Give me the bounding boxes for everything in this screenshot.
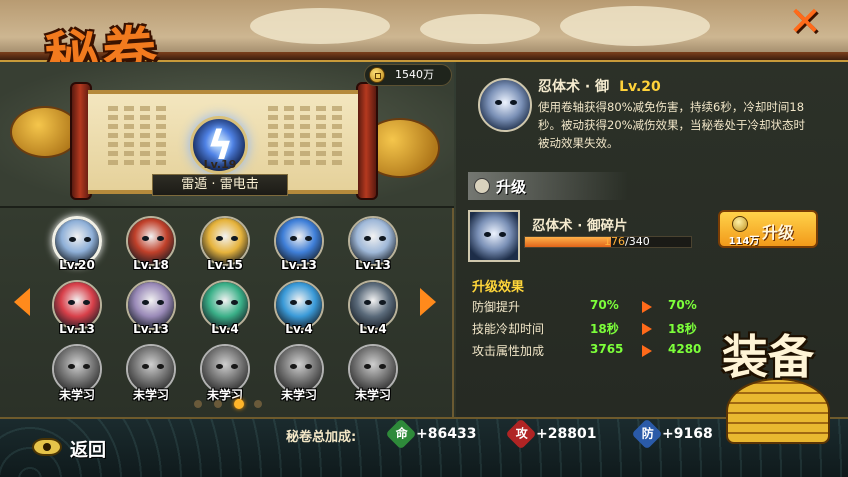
upgrade-stat-row: 攻击属性加成 3765 4280 [472,340,722,360]
upgrade-section-icon [474,178,490,194]
current-scroll-level: Lv.19 [203,158,237,171]
upgrade-button-label: 升级 [762,223,795,242]
arrow-right-icon [642,345,652,357]
scroll-glyph [156,106,166,168]
scroll-slot-label: Lv.20 [59,258,95,272]
stat-name: 防御提升 [472,300,521,314]
scroll-slot-label: 未学习 [280,388,317,402]
scroll-glyph [284,106,294,168]
scroll-slot-label: Lv.13 [355,258,391,272]
stat-next-value: 70% [668,298,697,312]
skill-description: 使用卷轴获得80%减免伤害，持续6秒，冷却时间18秒。被动获得20%减伤效果，当… [538,100,806,150]
scroll-glyph [140,106,150,168]
page-dot[interactable] [234,399,244,409]
attack-bonus-value: +28801 [536,426,597,442]
upgrade-effect-title: 升级效果 [472,280,525,295]
scroll-slot-label: Lv.13 [59,322,95,336]
scroll-glyph [268,106,278,168]
selected-skill-icon [478,78,532,132]
page-dot[interactable] [194,400,202,408]
hp-bonus-value: +86433 [416,426,477,442]
equip-label: 装备 [722,330,814,384]
scroll-slot-label: 未学习 [132,388,169,402]
upgrade-button[interactable]: 114万 升级 [718,210,818,248]
skill-title: 忍体术 · 御 Lv.20 [538,76,661,96]
scroll-slot-label: 未学习 [58,388,95,402]
scroll-slot-label: Lv.18 [133,258,169,272]
fragment-name: 忍体术 · 御碎片 [532,218,628,234]
page-dot[interactable] [214,400,222,408]
close-button[interactable]: ✕ [780,2,830,44]
scroll-slot-label: 未学习 [354,388,391,402]
fragment-icon [468,210,520,262]
scroll-slot-label: Lv.4 [285,322,313,336]
stat-next-value: 18秒 [668,322,697,336]
scroll-glyph [332,106,342,168]
scroll-slot-portrait [55,219,99,263]
stat-current-value: 3765 [590,342,624,356]
stat-current-value: 18秒 [590,322,619,336]
upgrade-stat-row: 防御提升 70% 70% [472,296,722,316]
fragment-progress-text: 176/340 [604,235,690,248]
back-button[interactable]: 返回 [32,434,132,462]
upgrade-cost: 114万 [728,236,760,247]
stat-name: 攻击属性加成 [472,344,545,358]
currency-display: 1540万 [364,64,452,86]
scroll-slot-label: Lv.4 [211,322,239,336]
page-dot[interactable] [254,400,262,408]
progress-total: /340 [625,235,650,248]
upgrade-section-banner [468,172,628,200]
upgrade-stat-row: 技能冷却时间 18秒 18秒 [472,318,722,338]
scroll-slot-label: Lv.4 [359,322,387,336]
golden-fan-decoration [726,378,830,444]
arrow-right-icon [642,301,652,313]
cloud [560,6,710,46]
skill-level: Lv.20 [619,79,661,95]
scroll-rod-right [356,82,378,200]
cloud [420,14,540,44]
prev-page-arrow[interactable] [14,288,30,316]
scroll-slot-label: Lv.15 [207,258,243,272]
progress-current: 176 [604,235,625,248]
stat-current-value: 70% [590,298,619,312]
scroll-glyph [300,106,310,168]
stat-name: 技能冷却时间 [472,322,545,336]
defense-bonus-value: +9168 [662,426,713,442]
skill-name: 忍体术 · 御 [538,79,610,95]
scroll-glyph [316,106,326,168]
current-scroll-name: 雷遁 · 雷电击 [152,174,288,196]
currency-amount: 1540万 [395,68,434,81]
scroll-slot-label: 未学习 [206,388,243,402]
stat-next-value: 4280 [668,342,702,356]
scroll-glyph [108,106,118,168]
arrow-right-icon [642,323,652,335]
total-bonus-label: 秘卷总加成: [286,430,357,445]
upgrade-section-title: 升级 [496,178,527,196]
fragment-progress-fill [525,237,611,247]
next-page-arrow[interactable] [420,288,436,316]
coin-icon [369,67,385,83]
back-eye-icon [32,438,62,456]
cloud [250,8,390,44]
back-button-label: 返回 [70,440,106,461]
coin-icon [732,216,748,232]
equip-button[interactable]: 装备 [722,330,836,450]
scroll-glyph [124,106,134,168]
scroll-slot-label: Lv.13 [133,322,169,336]
scroll-slot-label: Lv.13 [281,258,317,272]
